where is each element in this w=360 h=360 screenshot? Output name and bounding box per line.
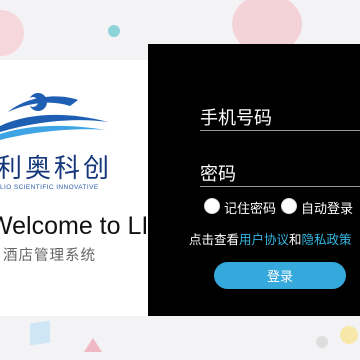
- auto-login-label[interactable]: 自动登录: [301, 198, 353, 217]
- phone-input[interactable]: 手机号码: [200, 104, 272, 130]
- user-agreement-link[interactable]: 用户协议: [239, 232, 289, 247]
- auto-login-radio[interactable]: [281, 198, 297, 214]
- agreement-prefix: 点击查看: [189, 232, 240, 247]
- login-button[interactable]: 登录: [214, 262, 346, 289]
- decor-grey-dot: [316, 336, 328, 348]
- privacy-policy-link[interactable]: 隐私政策: [302, 232, 352, 247]
- password-underline: [200, 186, 360, 187]
- brand-name-en: LIO SCIENTIFIC INNOVATIVE: [0, 184, 99, 191]
- decor-pink-circle-left: [0, 10, 24, 56]
- system-subtitle: 酒店管理系统: [3, 248, 96, 264]
- remember-password-radio[interactable]: [204, 198, 220, 214]
- decor-teal-dot: [108, 25, 120, 37]
- remember-password-label[interactable]: 记住密码: [224, 198, 276, 217]
- decor-pink-triangle: [84, 338, 102, 352]
- welcome-title: Welcome to LIO: [0, 212, 168, 240]
- decor-yellow-dot: [340, 326, 358, 344]
- swimmer-logo-icon: [0, 93, 108, 140]
- phone-underline: [200, 130, 360, 131]
- password-input[interactable]: 密码: [200, 160, 236, 186]
- agreement-and: 和: [289, 232, 302, 247]
- agreement-text: 点击查看用户协议和隐私政策: [189, 229, 352, 248]
- brand-name-cn: 利奥科创: [0, 154, 113, 184]
- decor-blue-cube: [30, 320, 50, 346]
